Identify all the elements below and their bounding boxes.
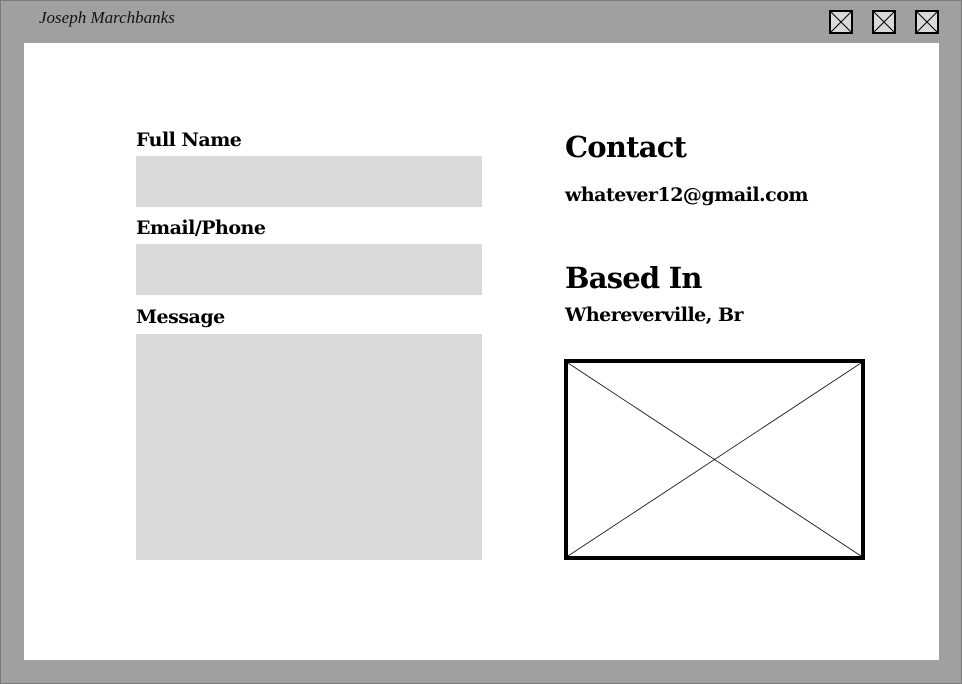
location-text: Whereverville, Br (565, 304, 744, 326)
message-textarea[interactable] (136, 334, 482, 560)
window-box-x-icon (831, 12, 851, 32)
email-phone-input[interactable] (136, 244, 482, 295)
window-box-x-icon (917, 12, 937, 32)
full-name-input[interactable] (136, 156, 482, 207)
full-name-label: Full Name (136, 129, 242, 151)
contact-heading: Contact (565, 130, 687, 164)
email-phone-label: Email/Phone (136, 217, 266, 239)
image-placeholder-icon (568, 363, 861, 556)
window-title: Joseph Marchbanks (39, 8, 175, 27)
based-in-heading: Based In (565, 261, 703, 295)
message-label: Message (136, 306, 225, 328)
contact-email: whatever12@gmail.com (565, 184, 809, 206)
contact-page: Full Name Email/Phone Message Contact wh… (24, 43, 939, 660)
map-image (564, 359, 865, 560)
maximize-button[interactable] (872, 10, 896, 34)
app-window: Joseph Marchbanks Full Name Email/Phone … (0, 0, 962, 684)
minimize-button[interactable] (829, 10, 853, 34)
close-button[interactable] (915, 10, 939, 34)
window-box-x-icon (874, 12, 894, 32)
